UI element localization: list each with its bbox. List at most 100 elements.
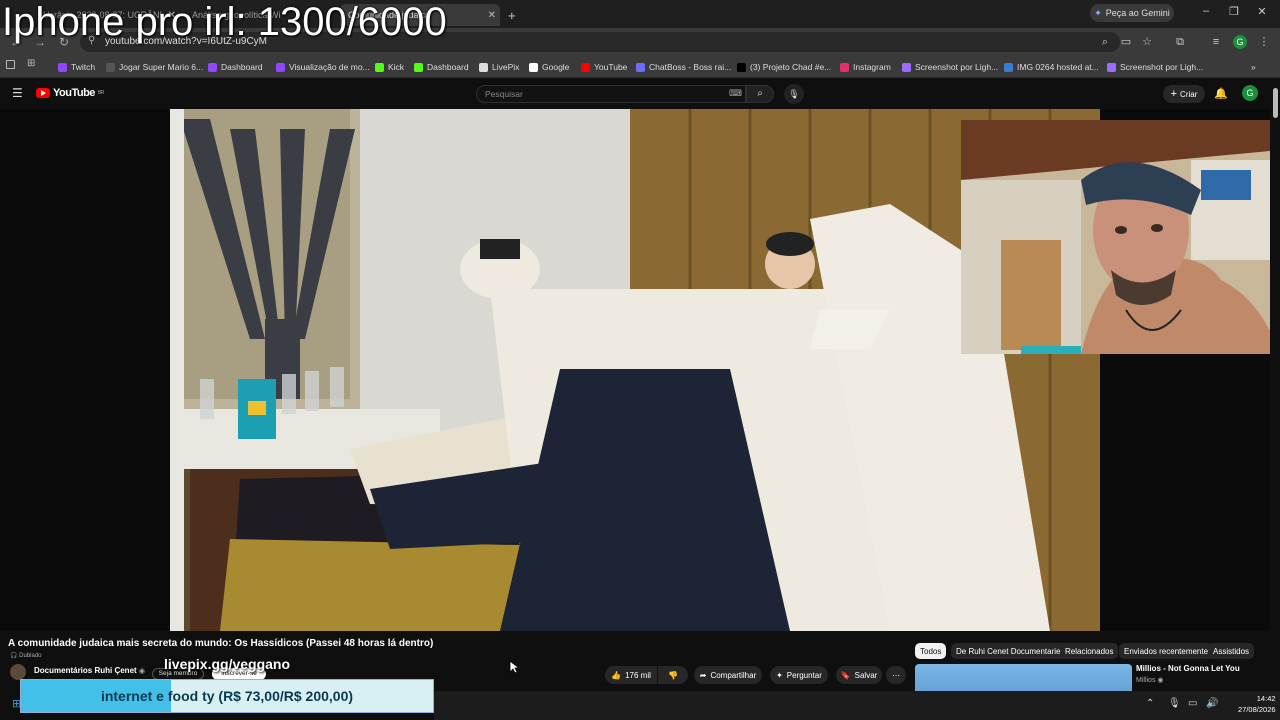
close-window-icon[interactable]: ✕ <box>1252 5 1272 21</box>
bookmark-item[interactable]: Screenshot por Ligh... <box>1107 60 1203 74</box>
voice-search-button[interactable]: 🎙 <box>784 84 804 104</box>
zoom-icon[interactable]: ⌕ <box>1097 34 1113 50</box>
bookmark-favicon-icon <box>840 62 849 72</box>
search-button[interactable]: ⌕ <box>746 85 774 103</box>
channel-name-group[interactable]: Documentários Ruhi Çenet ◉ <box>34 666 145 675</box>
bookmark-item[interactable]: Google <box>529 60 569 74</box>
bookmark-label: IMG 0264 hosted at... <box>1017 62 1099 72</box>
donation-goal-text: internet e food ty (R$ 73,00/R$ 200,00) <box>100 688 354 704</box>
apps-icon[interactable] <box>6 60 15 69</box>
thumbs-down-icon: 👎 <box>668 670 678 680</box>
more-actions-button[interactable]: ⋯ <box>886 666 906 684</box>
bookmark-item[interactable]: Dashboard <box>414 60 469 74</box>
menu-kebab-icon[interactable]: ⋮ <box>1256 34 1272 50</box>
volume-icon[interactable]: 🔊 <box>1206 698 1218 709</box>
youtube-logo[interactable]: YouTube BR <box>36 87 104 99</box>
dislike-button[interactable]: 👎 <box>658 666 688 684</box>
hamburger-menu-icon[interactable]: ☰ <box>12 86 23 100</box>
bookmark-item[interactable]: LivePix <box>479 60 519 74</box>
extensions-icon[interactable]: ⧉ <box>1172 34 1188 50</box>
bookmark-favicon-icon <box>106 62 115 72</box>
bookmark-favicon-icon <box>1004 62 1013 72</box>
chip-related[interactable]: Relacionados <box>1060 643 1119 659</box>
grid-icon[interactable]: ⊞ <box>27 58 35 69</box>
bookmark-label: Instagram <box>853 62 891 72</box>
search-input[interactable] <box>485 88 725 100</box>
bookmark-favicon-icon <box>479 62 488 72</box>
channel-name: Documentários Ruhi Çenet <box>34 666 137 675</box>
page-scrollbar[interactable] <box>1270 85 1280 685</box>
bookmark-label: Google <box>542 62 570 72</box>
profile-avatar[interactable]: G <box>1233 35 1247 49</box>
bookmark-item[interactable]: ChatBoss - Boss rai... <box>636 60 731 74</box>
bookmark-label: (3) Projeto Chad #e... <box>750 62 832 72</box>
cast-icon[interactable]: ▭ <box>1118 34 1134 50</box>
youtube-play-icon <box>36 88 50 98</box>
gemini-button[interactable]: ✦ Peça ao Gemini <box>1090 4 1174 22</box>
bookmark-favicon-icon <box>276 62 285 72</box>
mouse-cursor-icon <box>509 660 519 674</box>
donation-goal-bar: internet e food ty (R$ 73,00/R$ 200,00) <box>20 679 434 713</box>
chip-all[interactable]: Todos <box>915 643 947 659</box>
bookmarks-overflow-icon[interactable]: » <box>1251 60 1256 74</box>
bookmark-item[interactable]: Instagram <box>840 60 891 74</box>
bookmark-favicon-icon <box>737 62 746 72</box>
microphone-icon: 🎙 <box>788 89 800 99</box>
youtube-header: ☰ YouTube BR ⌨ ⌕ 🎙 + Criar 🔔 G <box>0 79 1280 109</box>
dubbed-label: Dublado <box>19 653 42 659</box>
thumbs-up-icon: 👍 <box>611 670 622 680</box>
bookmark-item[interactable]: (3) Projeto Chad #e... <box>737 60 831 74</box>
chip-from-channel[interactable]: De Ruhi Cenet Documentaries <box>951 643 1070 659</box>
microphone-icon[interactable]: 🎙 <box>1168 698 1181 709</box>
bookmark-label: Dashboard <box>221 62 263 72</box>
chip-recently-uploaded[interactable]: Enviados recentemente <box>1119 643 1214 659</box>
bookmark-favicon-icon <box>636 62 645 72</box>
bookmark-favicon-icon <box>1107 62 1116 72</box>
account-avatar[interactable]: G <box>1242 85 1258 101</box>
streamer-webcam <box>961 120 1280 354</box>
bookmark-label: YouTube <box>594 62 628 72</box>
tab-search-icon[interactable]: ≡ <box>1208 34 1224 50</box>
like-button[interactable]: 👍 176 mil <box>605 666 657 684</box>
like-count: 176 mil <box>625 670 651 680</box>
create-button[interactable]: + Criar <box>1163 85 1205 103</box>
bookmarks-bar: ⊞ Twitch Jogar Super Mario 6... Dashboard V… <box>0 56 1280 78</box>
share-label: Compartilhar <box>710 670 757 680</box>
share-button[interactable]: ➦ Compartilhar <box>694 666 762 684</box>
bookmark-label: LivePix <box>492 62 520 72</box>
bookmark-star-icon[interactable]: ☆ <box>1139 34 1155 50</box>
new-tab-button[interactable]: + <box>504 4 522 26</box>
sparkle-icon: ✦ <box>1094 7 1102 18</box>
bookmark-item[interactable]: Kick <box>375 60 404 74</box>
network-icon[interactable]: ▭ <box>1188 698 1197 709</box>
bookmark-item[interactable]: Visualização de mo... <box>276 60 370 74</box>
maximize-icon[interactable]: ❐ <box>1224 5 1244 21</box>
video-title: A comunidade judaica mais secreta do mun… <box>8 638 434 649</box>
save-button[interactable]: 🔖 Salvar <box>836 666 882 684</box>
chip-watched[interactable]: Assistidos <box>1208 643 1255 659</box>
bookmark-item[interactable]: YouTube <box>581 60 627 74</box>
ask-button[interactable]: ✦ Perguntar <box>770 666 828 684</box>
bookmark-item[interactable]: Jogar Super Mario 6... <box>106 60 203 74</box>
bookmark-item[interactable]: IMG 0264 hosted at... <box>1004 60 1099 74</box>
bookmark-item[interactable]: Twitch <box>58 60 95 74</box>
taskbar-clock[interactable]: 14:42 27/08/2026 <box>1238 693 1276 715</box>
bookmark-favicon-icon <box>581 62 590 72</box>
close-icon[interactable]: ✕ <box>488 10 496 21</box>
minimize-icon[interactable]: – <box>1196 5 1216 21</box>
notifications-bell-icon[interactable]: 🔔 <box>1214 87 1228 100</box>
verified-icon: ◉ <box>138 668 146 675</box>
bookmark-item[interactable]: Dashboard <box>208 60 263 74</box>
bookmark-item[interactable]: Screenshot por Ligh... <box>902 60 998 74</box>
bookmark-label: Screenshot por Ligh... <box>1120 62 1204 72</box>
recommended-channel-name: Millios <box>1136 677 1156 684</box>
channel-avatar[interactable] <box>10 664 26 680</box>
keyboard-icon[interactable]: ⌨ <box>729 88 742 99</box>
plus-icon: + <box>1170 88 1178 100</box>
recommended-video-title[interactable]: Millios - Not Gonna Let You <box>1136 664 1240 673</box>
scrollbar-thumb[interactable] <box>1273 88 1278 118</box>
bookmark-label: Kick <box>388 62 405 72</box>
recommended-channel[interactable]: Millios ◉ <box>1136 676 1164 684</box>
bookmark-favicon-icon <box>208 62 217 72</box>
chevron-up-icon[interactable]: ⌃ <box>1146 698 1154 709</box>
